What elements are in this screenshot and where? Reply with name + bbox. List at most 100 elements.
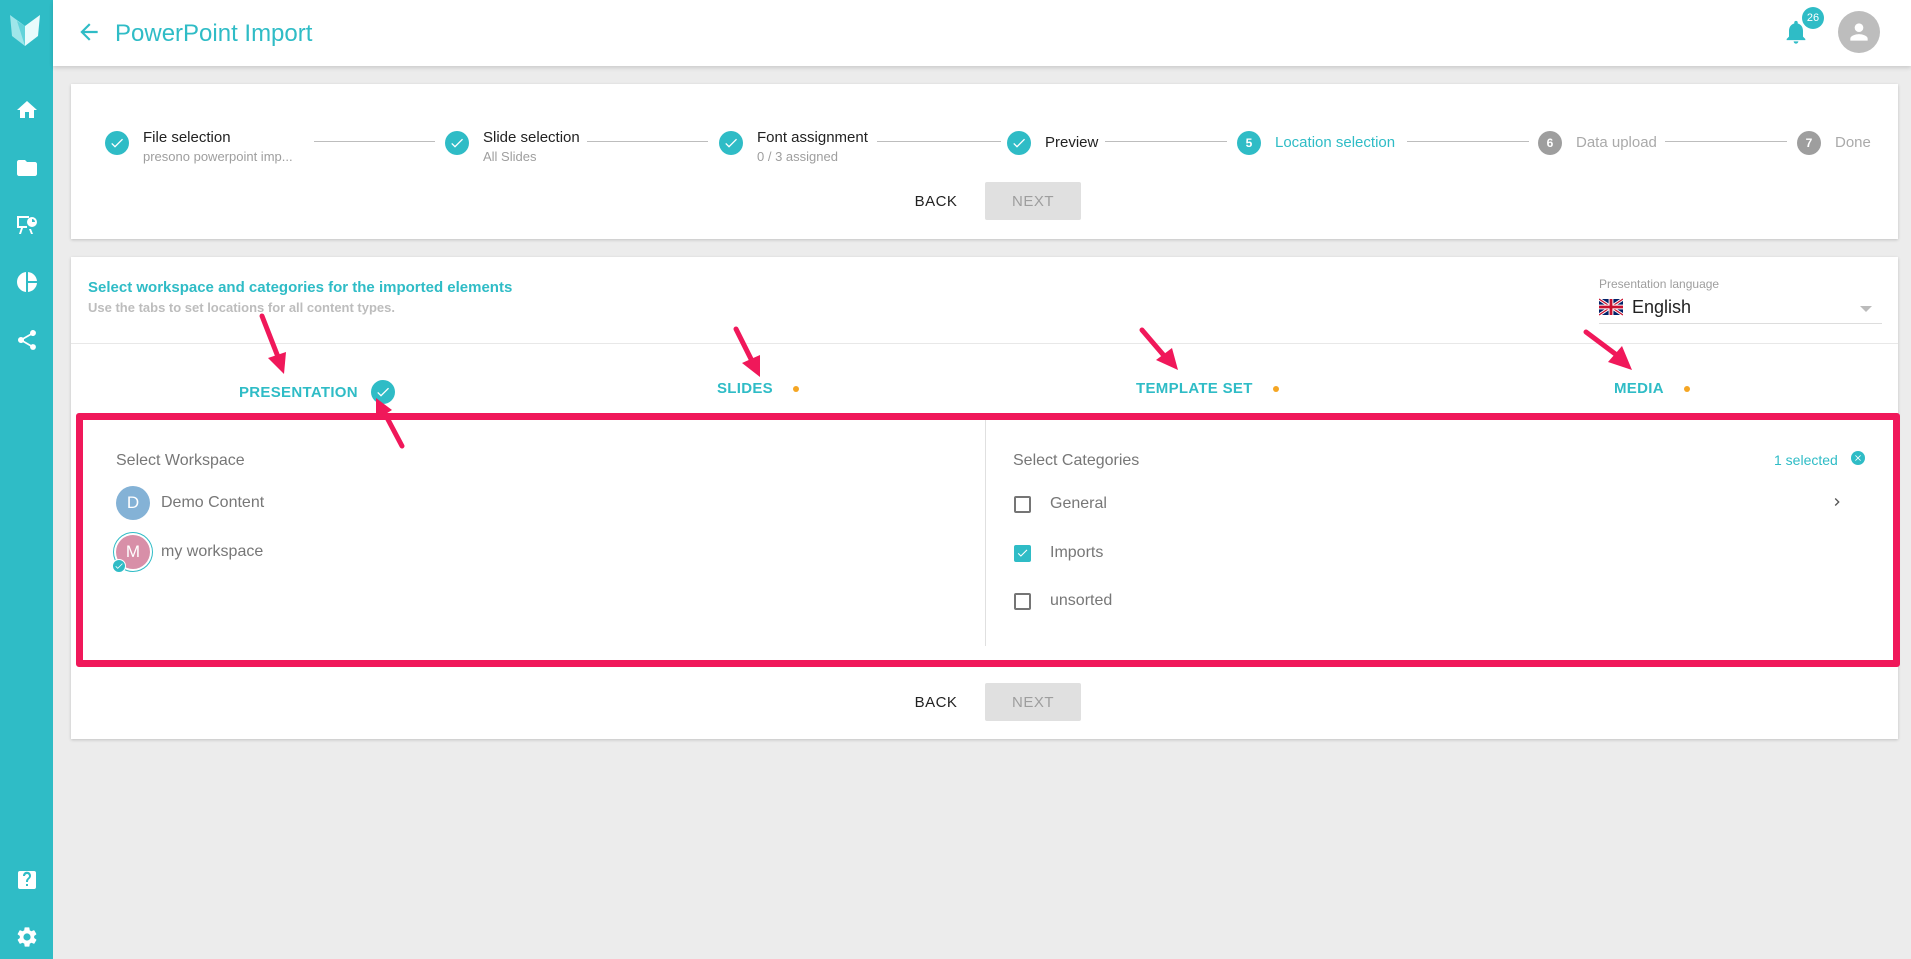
step-sub: presono powerpoint imp...	[143, 149, 293, 164]
header-divider	[71, 343, 1898, 344]
step-preview[interactable]: Preview	[1007, 128, 1098, 155]
check-circle-icon	[105, 131, 129, 155]
tab-label: TEMPLATE SET	[1136, 380, 1253, 397]
workspace-avatar: M	[112, 535, 150, 573]
notification-badge: 26	[1802, 7, 1824, 29]
categories-label: Select Categories	[1013, 452, 1140, 469]
sidebar-item-share[interactable]	[0, 320, 53, 360]
back-button[interactable]: BACK	[901, 182, 971, 220]
column-divider	[985, 420, 986, 646]
category-name: Imports	[1050, 544, 1104, 561]
section-subtitle: Use the tabs to set locations for all co…	[88, 300, 396, 315]
step-number: 5	[1237, 131, 1261, 155]
check-circle-icon	[445, 131, 469, 155]
check-circle-icon	[370, 380, 395, 404]
bottom-back-button[interactable]: BACK	[901, 683, 971, 721]
step-number: 7	[1797, 131, 1821, 155]
step-data-upload[interactable]: 6 Data upload	[1538, 128, 1657, 155]
sidebar-item-analytics[interactable]	[0, 262, 53, 302]
section-title: Select workspace and categories for the …	[88, 279, 513, 296]
step-slide-selection[interactable]: Slide selection All Slides	[445, 128, 580, 166]
chevron-right-icon[interactable]	[1829, 494, 1845, 510]
share-icon	[17, 330, 36, 350]
step-connector	[1105, 141, 1227, 142]
pending-dot-icon	[1272, 385, 1279, 392]
page-title: PowerPoint Import	[115, 20, 313, 47]
language-select[interactable]: English	[1599, 294, 1882, 324]
step-sub: All Slides	[483, 149, 537, 164]
workspace-label: Select Workspace	[116, 452, 245, 469]
step-label: Done	[1835, 134, 1871, 151]
sidebar-item-presentations[interactable]	[0, 205, 53, 245]
step-number: 6	[1538, 131, 1562, 155]
gear-icon	[17, 927, 36, 947]
category-item-general[interactable]: General	[1014, 495, 1107, 513]
presentation-icon	[16, 216, 37, 234]
step-connector	[1407, 141, 1529, 142]
step-label: Font assignment	[757, 129, 868, 146]
sidebar-item-help[interactable]	[0, 860, 53, 900]
step-file-selection[interactable]: File selection presono powerpoint imp...	[105, 128, 293, 166]
step-connector	[877, 141, 1001, 142]
step-connector	[587, 141, 708, 142]
tab-presentation[interactable]: PRESENTATION	[239, 380, 395, 404]
tab-slides[interactable]: SLIDES	[717, 380, 799, 397]
checkbox-checked[interactable]	[1014, 544, 1031, 562]
top-bar: PowerPoint Import 26	[53, 0, 1911, 66]
category-item-imports[interactable]: Imports	[1014, 544, 1103, 562]
app-logo-icon[interactable]	[8, 12, 42, 48]
selected-check-icon	[112, 559, 126, 573]
category-name: General	[1050, 495, 1107, 512]
checkbox[interactable]	[1014, 592, 1031, 610]
pending-dot-icon	[1683, 385, 1690, 392]
next-button[interactable]: NEXT	[985, 182, 1081, 220]
uk-flag-icon	[1599, 298, 1623, 316]
sidebar-item-settings[interactable]	[0, 917, 53, 957]
folder-icon	[16, 160, 37, 176]
step-label: Preview	[1045, 134, 1099, 151]
step-font-assignment[interactable]: Font assignment 0 / 3 assigned	[719, 128, 868, 166]
step-connector	[1665, 141, 1787, 142]
step-label: Location selection	[1275, 134, 1396, 151]
highlight-box	[76, 413, 1900, 667]
pie-chart-icon	[16, 272, 37, 292]
back-arrow-icon[interactable]	[76, 19, 102, 45]
check-circle-icon	[719, 131, 743, 155]
checkbox[interactable]	[1014, 495, 1031, 513]
tab-template-set[interactable]: TEMPLATE SET	[1136, 380, 1279, 397]
step-sub: 0 / 3 assigned	[757, 149, 838, 164]
home-icon	[16, 101, 37, 118]
tab-label: SLIDES	[717, 380, 773, 397]
workspace-item-my-workspace[interactable]: M my workspace	[112, 535, 264, 573]
tab-media[interactable]: MEDIA	[1614, 380, 1690, 397]
sidebar-item-files[interactable]	[0, 148, 53, 188]
sidebar-item-home[interactable]	[0, 90, 53, 130]
help-icon	[17, 871, 36, 889]
stepper-card: File selection presono powerpoint imp... …	[71, 84, 1898, 239]
language-value: English	[1632, 297, 1692, 317]
user-avatar[interactable]	[1838, 11, 1880, 53]
step-label: Slide selection	[483, 129, 580, 146]
step-connector	[314, 141, 435, 142]
tab-label: PRESENTATION	[239, 383, 358, 401]
sidebar	[0, 0, 53, 959]
check-circle-icon	[1007, 131, 1031, 155]
caret-down-icon	[1860, 306, 1872, 312]
step-label: Data upload	[1576, 134, 1657, 151]
step-location-selection[interactable]: 5 Location selection	[1237, 128, 1395, 155]
language-label: Presentation language	[1599, 277, 1720, 291]
person-icon	[1850, 23, 1868, 41]
workspace-avatar: D	[116, 486, 150, 520]
workspace-initial: M	[125, 542, 141, 561]
category-name: unsorted	[1050, 592, 1113, 609]
workspace-name: Demo Content	[161, 494, 265, 511]
bottom-next-button[interactable]: NEXT	[985, 683, 1081, 721]
category-item-unsorted[interactable]: unsorted	[1014, 592, 1112, 610]
clear-selection-icon[interactable]	[1851, 451, 1865, 465]
pending-dot-icon	[792, 385, 799, 392]
selected-count[interactable]: 1 selected	[1774, 452, 1838, 468]
workspace-name: my workspace	[161, 543, 264, 560]
step-done[interactable]: 7 Done	[1797, 128, 1871, 155]
workspace-item-demo-content[interactable]: D Demo Content	[116, 486, 264, 520]
step-label: File selection	[143, 129, 231, 146]
